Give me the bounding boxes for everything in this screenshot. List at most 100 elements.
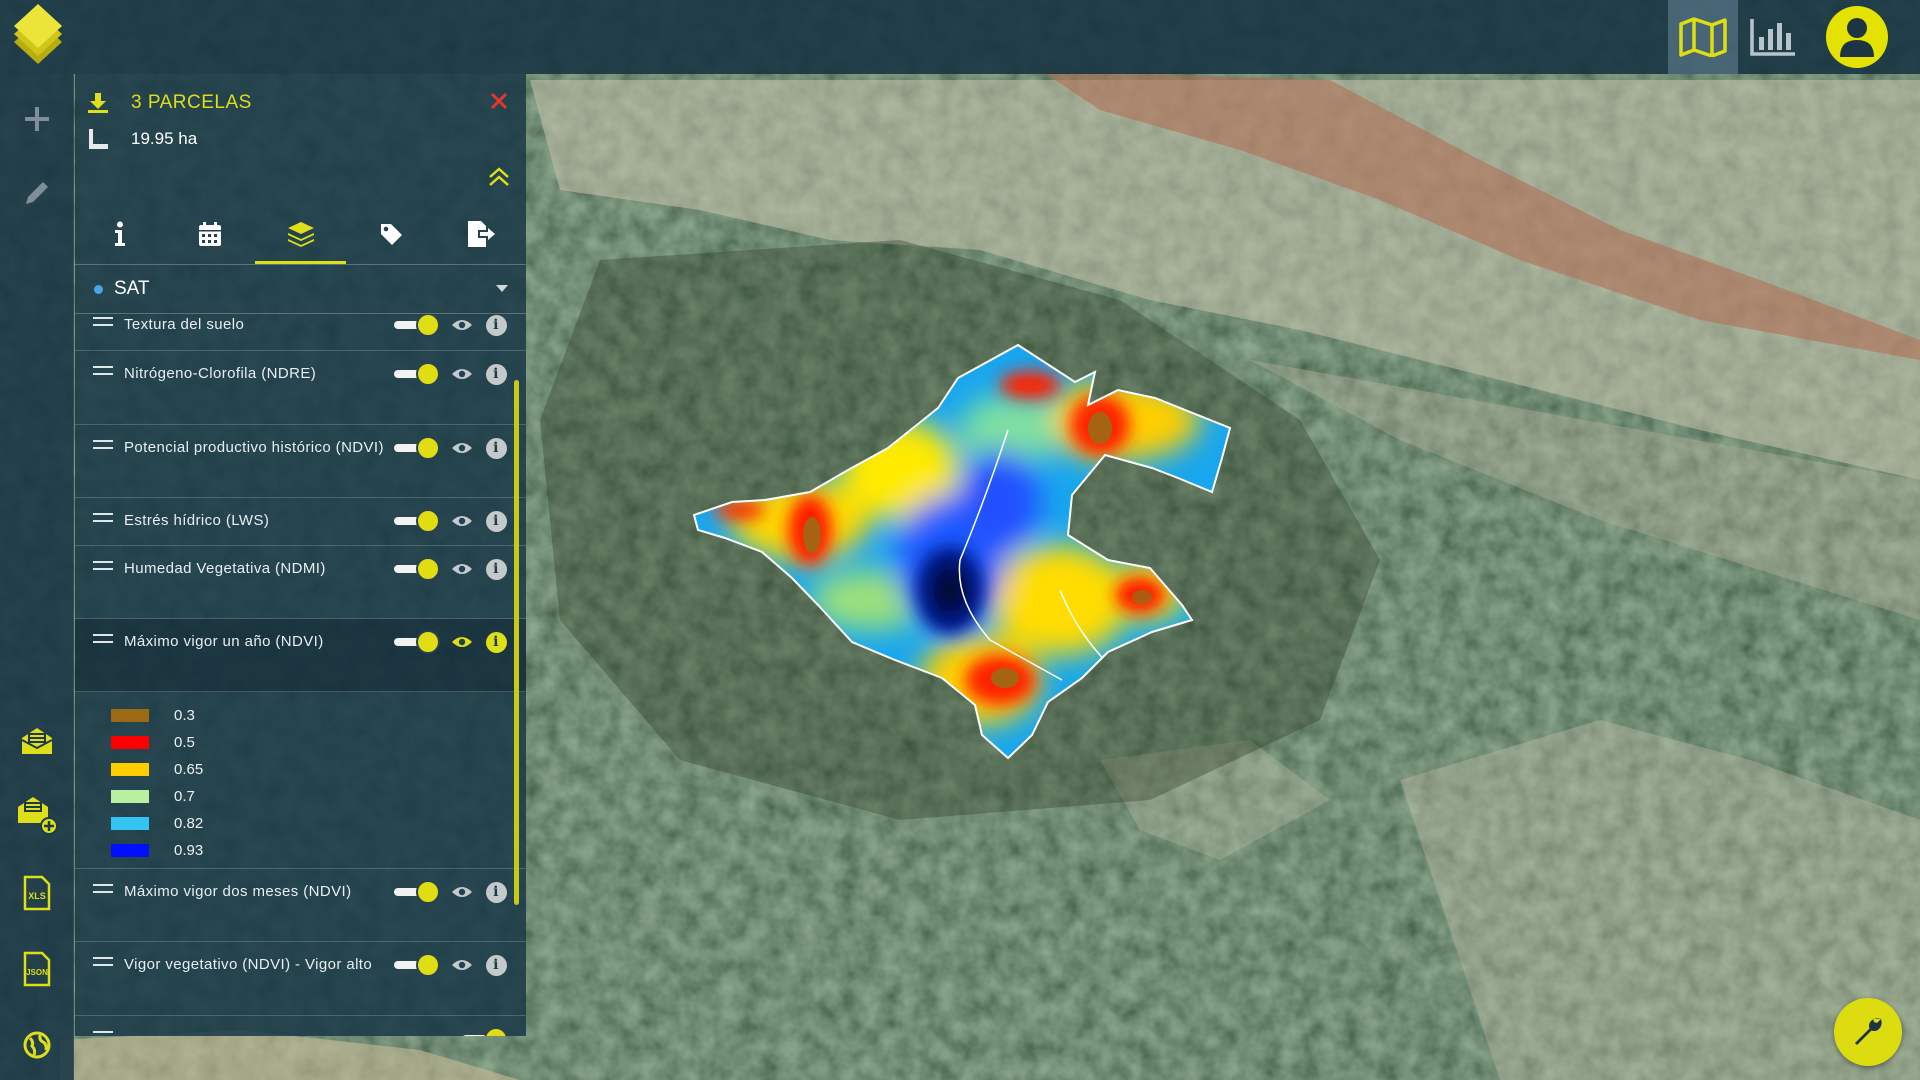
calendar-icon (199, 222, 222, 246)
eye-icon[interactable] (450, 630, 474, 654)
mail-icon (21, 728, 53, 754)
area-value: 19.95 ha (131, 129, 198, 148)
collapse-header-button[interactable] (486, 164, 512, 190)
drag-handle-icon[interactable] (93, 561, 113, 570)
drag-handle-icon[interactable] (93, 513, 113, 522)
export-icon (467, 221, 495, 247)
eye-icon[interactable] (450, 362, 474, 386)
legend-item: 0.5 (111, 729, 526, 756)
info-circle-icon: i (485, 558, 507, 580)
layer-toggle[interactable] (394, 314, 440, 337)
layer-toggle[interactable] (462, 1027, 508, 1036)
drag-handle-icon[interactable] (93, 366, 113, 375)
legend-value: 0.65 (174, 761, 204, 778)
layer-list-scrollbar[interactable] (514, 380, 519, 905)
globe-button[interactable] (12, 1020, 62, 1070)
info-circle-icon: i (485, 437, 507, 459)
tab-tags[interactable] (346, 204, 436, 264)
left-toolbar: XLS JSON (0, 74, 74, 1080)
info-button[interactable]: i (484, 314, 508, 337)
mail-add-icon (18, 797, 58, 835)
eye-icon[interactable] (450, 880, 474, 904)
map-view-button[interactable] (1668, 0, 1738, 74)
layer-label: Potencial productivo histórico (NDVI) (124, 439, 384, 456)
layer-item-max-vigor-two-months[interactable]: Máximo vigor dos meses (NDVI) i (75, 869, 526, 942)
layer-item-vigor-alto[interactable]: Vigor vegetativo (NDVI) - Vigor alto i (75, 942, 526, 1016)
layer-toggle[interactable] (394, 362, 440, 386)
layer-item-textura[interactable]: Textura del suelo i (75, 314, 526, 351)
info-button[interactable]: i (484, 436, 508, 460)
mail-add-button[interactable] (12, 790, 62, 840)
eye-icon[interactable] (450, 509, 474, 533)
eye-icon[interactable] (450, 557, 474, 581)
add-button[interactable] (12, 94, 62, 144)
layer-list[interactable]: Textura del suelo i Nitrógeno-Clorofila … (75, 314, 526, 1036)
info-button[interactable]: i (484, 557, 508, 581)
legend-value: 0.93 (174, 842, 204, 859)
info-icon (115, 221, 126, 246)
xls-export-button[interactable]: XLS (12, 868, 62, 918)
drag-handle-icon[interactable] (93, 957, 113, 966)
layer-item-lws[interactable]: Estrés hídrico (LWS) i (75, 498, 526, 546)
legend-swatch (111, 709, 149, 722)
info-button[interactable]: i (484, 630, 508, 654)
legend-swatch (111, 817, 149, 830)
legend-value: 0.3 (174, 707, 195, 724)
layer-toggle[interactable] (394, 557, 440, 581)
layer-toggle[interactable] (394, 630, 440, 654)
tab-calendar[interactable] (165, 204, 255, 264)
info-button[interactable]: i (484, 953, 508, 977)
json-icon: JSON (23, 951, 51, 987)
drag-handle-icon[interactable] (93, 1031, 113, 1036)
info-circle-icon: i (485, 881, 507, 903)
chart-view-button[interactable] (1738, 0, 1808, 74)
user-icon (1840, 18, 1874, 57)
drag-handle-icon[interactable] (93, 440, 113, 449)
info-button[interactable]: i (484, 362, 508, 386)
layer-toggle[interactable] (394, 436, 440, 460)
user-menu-button[interactable] (1826, 6, 1888, 68)
layer-toggle[interactable] (394, 880, 440, 904)
eye-icon[interactable] (450, 436, 474, 460)
layer-label: Textura del suelo (124, 316, 245, 333)
legend-item: 0.65 (111, 756, 526, 783)
xls-icon: XLS (23, 875, 51, 911)
eye-icon[interactable] (450, 953, 474, 977)
source-selector[interactable]: SAT (75, 264, 526, 314)
layer-item-partial[interactable] (75, 1016, 526, 1036)
tab-export[interactable] (436, 204, 526, 264)
layer-item-ndmi[interactable]: Humedad Vegetativa (NDMI) i (75, 546, 526, 619)
layers-logo[interactable] (10, 2, 66, 72)
ndvi-legend: 0.3 0.5 0.65 0.7 0.82 0.93 (75, 692, 526, 869)
drag-handle-icon[interactable] (93, 317, 113, 326)
info-button[interactable]: i (484, 880, 508, 904)
info-circle-icon: i (485, 510, 507, 532)
tag-icon (380, 224, 402, 245)
layer-label: Estrés hídrico (LWS) (124, 512, 270, 529)
layer-toggle[interactable] (394, 953, 440, 977)
layer-item-potencial[interactable]: Potencial productivo histórico (NDVI) i (75, 425, 526, 498)
tab-layers[interactable] (255, 204, 346, 264)
edit-button[interactable] (12, 168, 62, 218)
drag-handle-icon[interactable] (93, 884, 113, 893)
wrench-icon (1855, 1018, 1882, 1045)
layer-toggle[interactable] (394, 509, 440, 533)
json-export-button[interactable]: JSON (12, 944, 62, 994)
layer-item-max-vigor-year[interactable]: Máximo vigor un año (NDVI) i (75, 619, 526, 692)
mail-button[interactable] (12, 716, 62, 766)
layer-label: Nitrógeno-Clorofila (NDRE) (124, 365, 317, 382)
legend-item: 0.3 (111, 702, 526, 729)
drag-handle-icon[interactable] (93, 634, 113, 643)
ruler-icon (87, 128, 109, 155)
legend-item: 0.93 (111, 837, 526, 864)
eye-icon[interactable] (450, 314, 474, 337)
info-button[interactable]: i (484, 509, 508, 533)
download-icon[interactable] (87, 92, 109, 119)
tab-info[interactable] (75, 204, 165, 264)
close-panel-button[interactable] (486, 88, 512, 114)
layer-item-ndre[interactable]: Nitrógeno-Clorofila (NDRE) i (75, 351, 526, 425)
legend-value: 0.7 (174, 788, 195, 805)
parcel-panel: 3 PARCELAS 19.95 ha SAT Textura del suel… (75, 74, 526, 1036)
tools-button[interactable] (1834, 998, 1902, 1066)
panel-tabs (75, 204, 526, 264)
